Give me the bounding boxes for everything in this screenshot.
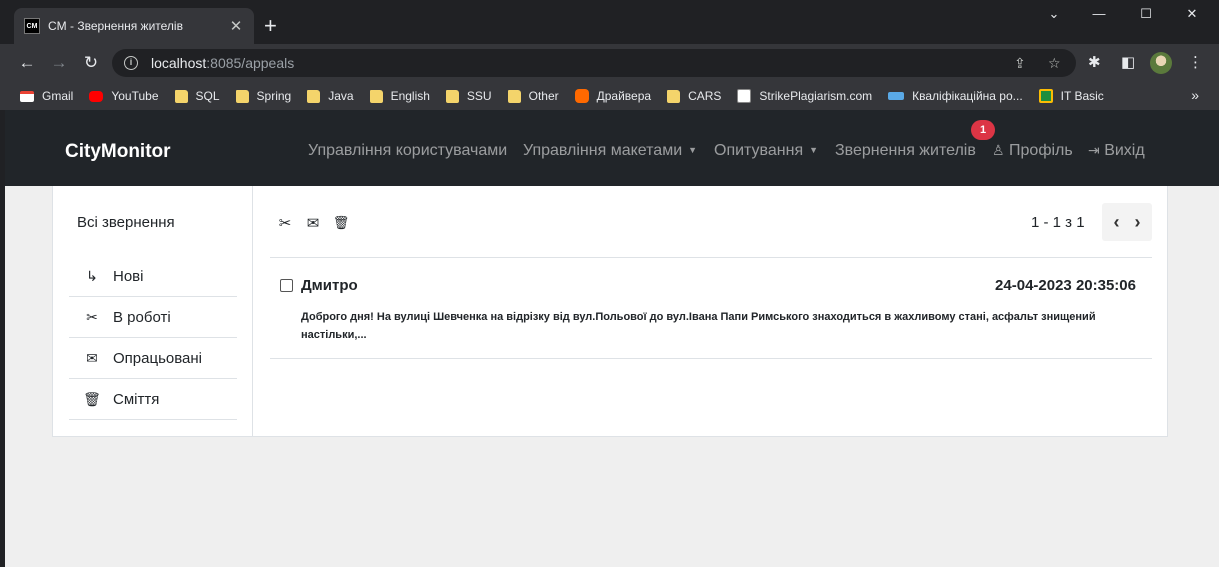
bookmark-it-basic[interactable]: IT Basic [1038,89,1104,103]
folder-icon [307,89,321,103]
tab-search-icon[interactable]: ⌄ [1039,6,1069,22]
bookmarks-bar: Gmail YouTube SQL Spring Java English SS… [0,82,1219,110]
bookmark-spring[interactable]: Spring [235,89,291,103]
bookmark-youtube[interactable]: YouTube [89,89,159,103]
trash-icon: 🗑 [83,390,101,407]
url-host: localhost [151,55,207,71]
folder-icon [174,89,188,103]
caret-down-icon: ▼ [688,145,698,155]
nav-profile[interactable]: ♙ Профіль [992,142,1073,160]
sidebar-item-label: Нові [113,267,144,285]
url-path: :8085/appeals [206,55,295,71]
nav-appeals[interactable]: Звернення жителів [835,142,976,160]
forward-icon[interactable]: → [48,52,70,74]
appeals-main: ✂ ✉ 🗑 1 - 1 з 1 ‹ › Дмитро 24-04-2023 20… [253,186,1168,436]
nav-layouts[interactable]: Управління макетами ▼ [523,142,697,160]
tools-icon: ✂ [86,308,98,325]
pagination-controls: ‹ › [1102,203,1152,241]
sidebar-all-appeals[interactable]: Всі звернення [77,214,175,231]
sidebar-item-in-progress[interactable]: ✂ В роботі [69,297,237,338]
reload-icon[interactable]: ↻ [80,52,102,74]
logout-icon: ⇥ [1088,142,1100,158]
mi-icon [574,89,589,103]
app-navbar: CityMonitor Управління користувачами Упр… [5,110,1219,186]
close-window-icon[interactable]: ✕ [1177,6,1207,22]
envelope-check-icon: ✉ [86,349,98,366]
youtube-icon [89,90,104,102]
divider [270,257,1152,258]
bookmark-cars[interactable]: CARS [667,89,721,103]
browser-tabstrip: CM CM - Звернення жителів ✕ + ⌄ — ☐ ✕ [0,0,1219,44]
bookmark-star-icon[interactable]: ☆ [1048,55,1061,72]
bookmark-java[interactable]: Java [307,89,354,103]
extensions-icon[interactable]: ✱ [1088,53,1101,71]
appeals-sidebar: Всі звернення ↳ Нові ✂ В роботі ✉ Опраць… [53,186,253,436]
address-bar[interactable]: i localhost:8085/appeals ⇪ ☆ [112,49,1076,77]
divider [270,358,1152,359]
arrow-return-icon: ↳ [86,267,98,284]
strike-icon [737,89,752,103]
bookmark-qualification[interactable]: Кваліфікаційна ро... [888,89,1023,103]
back-icon[interactable]: ← [16,52,38,74]
sidebar-list: ↳ Нові ✂ В роботі ✉ Опрацьовані 🗑 Сміття [69,256,237,420]
web-page: CityMonitor Управління користувачами Упр… [5,110,1219,567]
notification-badge: 1 [971,120,995,140]
trash-icon[interactable]: 🗑 [331,213,351,233]
sidebar-item-trash[interactable]: 🗑 Сміття [69,379,237,420]
bookmark-sql[interactable]: SQL [174,89,220,103]
folder-icon [667,89,681,103]
gmail-icon [20,90,34,102]
minimize-icon[interactable]: — [1084,6,1114,21]
qual-icon [888,92,905,100]
share-icon[interactable]: ⇪ [1014,55,1026,72]
folder-icon [235,89,249,103]
appeal-sender[interactable]: Дмитро [301,277,358,294]
nav-users[interactable]: Управління користувачами [308,142,507,160]
chevron-right-icon[interactable]: › [1135,212,1141,233]
tab-favicon: CM [24,18,40,34]
sidebar-item-processed[interactable]: ✉ Опрацьовані [69,338,237,379]
tools-icon[interactable]: ✂ [275,213,295,233]
bookmark-ssu[interactable]: SSU [445,89,492,103]
tab-title: CM - Звернення жителів [48,19,183,33]
appeal-checkbox[interactable] [280,279,293,292]
sidebar-item-label: Сміття [113,390,160,408]
bookmark-strikeplagiarism[interactable]: StrikePlagiarism.com [737,89,872,103]
classroom-icon [1038,89,1053,103]
appeal-excerpt[interactable]: Доброго дня! На вулиці Шевченка на відрі… [301,308,1121,344]
person-icon: ♙ [992,142,1005,158]
nav-logout[interactable]: ⇥ Вихід [1088,142,1145,160]
chevron-left-icon[interactable]: ‹ [1114,212,1120,233]
folder-icon [369,89,383,103]
sidebar-item-new[interactable]: ↳ Нові [69,256,237,297]
pagination-text: 1 - 1 з 1 [1031,214,1085,231]
maximize-icon[interactable]: ☐ [1131,6,1161,22]
menu-kebab-icon[interactable]: ⋮ [1188,53,1203,71]
folder-icon [445,89,459,103]
site-info-icon[interactable]: i [124,56,138,70]
bookmarks-overflow-icon[interactable]: » [1191,87,1199,103]
sidebar-item-label: В роботі [113,308,171,326]
browser-toolbar: ← → ↻ i localhost:8085/appeals ⇪ ☆ ✱ ◧ ⋮ [0,44,1219,82]
bookmark-gmail[interactable]: Gmail [20,89,73,103]
close-tab-icon[interactable]: ✕ [228,17,244,35]
appeals-card: Всі звернення ↳ Нові ✂ В роботі ✉ Опраць… [52,186,1168,437]
browser-tab[interactable]: CM CM - Звернення жителів ✕ [14,8,254,44]
bookmark-drivers[interactable]: Драйвера [574,89,651,103]
nav-surveys[interactable]: Опитування ▼ [714,142,818,160]
folder-icon [507,89,521,103]
bookmark-english[interactable]: English [369,89,430,103]
sidebar-item-label: Опрацьовані [113,349,202,367]
brand-logo[interactable]: CityMonitor [65,141,171,163]
new-tab-icon[interactable]: + [264,15,277,37]
envelope-check-icon[interactable]: ✉ [303,213,323,233]
profile-avatar[interactable] [1150,52,1172,74]
side-panel-icon[interactable]: ◧ [1121,53,1135,71]
appeal-date: 24-04-2023 20:35:06 [995,277,1136,294]
bookmark-other[interactable]: Other [507,89,559,103]
caret-down-icon: ▼ [809,145,819,155]
